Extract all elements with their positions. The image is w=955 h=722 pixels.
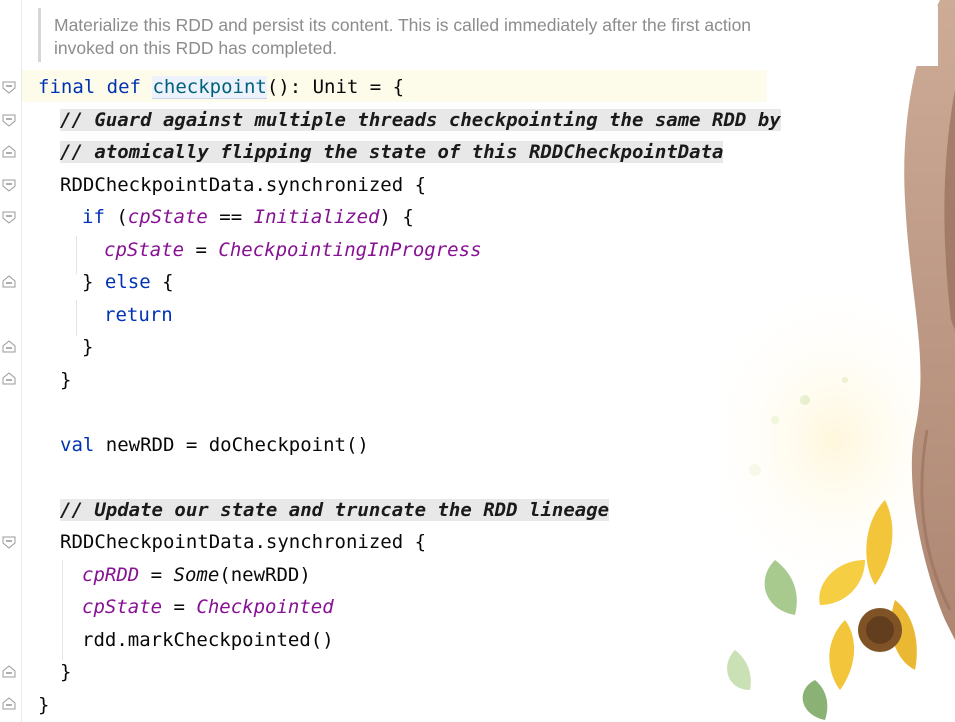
code-text: = <box>139 564 174 586</box>
code-text: rdd.markCheckpointed() <box>82 629 334 651</box>
code-line-17[interactable]: } <box>60 659 71 685</box>
doc-comment-line: invoked on this RDD has completed. <box>54 38 338 58</box>
line-comment: // Update our state and truncate the RDD… <box>60 499 610 521</box>
field-reference: cpState <box>82 596 163 618</box>
fold-open-icon[interactable] <box>2 535 16 549</box>
code-text: } <box>60 661 72 683</box>
rendered-doc-comment: Materialize this RDD and persist its con… <box>38 6 938 66</box>
field-reference: CheckpointingInProgress <box>218 239 482 261</box>
fold-open-icon[interactable] <box>2 178 16 192</box>
code-text: newRDD = doCheckpoint() <box>94 434 369 456</box>
code-text: RDDCheckpointData.synchronized { <box>60 531 427 553</box>
code-text: ) { <box>379 206 414 228</box>
code-text: (): Unit = { <box>266 76 405 98</box>
keyword: def <box>106 76 141 98</box>
fold-open-icon[interactable] <box>2 210 16 224</box>
code-text: } <box>38 694 50 716</box>
code-line-15[interactable]: cpState = Checkpointed <box>82 594 334 620</box>
fold-close-icon[interactable] <box>2 665 16 679</box>
fold-open-icon[interactable] <box>2 113 16 127</box>
fold-close-icon[interactable] <box>2 697 16 711</box>
code-text: ( <box>104 206 128 228</box>
field-reference: cpState <box>127 206 208 228</box>
field-reference: cpState <box>104 239 185 261</box>
line-comment: // Guard against multiple threads checkp… <box>60 109 781 131</box>
code-text: = <box>162 596 197 618</box>
object-reference: Some <box>173 564 220 586</box>
code-line-10[interactable]: } <box>60 367 71 393</box>
keyword: else <box>104 271 151 293</box>
fold-open-icon[interactable] <box>2 80 16 94</box>
code-line-14[interactable]: cpRDD = Some(newRDD) <box>82 562 311 588</box>
code-line-18[interactable]: } <box>38 692 49 718</box>
code-line-12[interactable]: // Update our state and truncate the RDD… <box>60 497 610 523</box>
keyword: final <box>38 76 96 98</box>
code-line-13[interactable]: RDDCheckpointData.synchronized { <box>60 529 426 555</box>
doc-comment-bar <box>38 8 41 62</box>
code-line-9[interactable]: } <box>82 334 93 360</box>
code-line-16[interactable]: rdd.markCheckpointed() <box>82 627 334 653</box>
code-line-8[interactable]: return <box>104 302 173 328</box>
code-text: { <box>150 271 174 293</box>
indent-guide <box>76 236 77 274</box>
code-line-7[interactable]: } else { <box>82 269 174 295</box>
gutter-divider <box>21 0 22 722</box>
indent-guide <box>62 560 63 660</box>
fold-close-icon[interactable] <box>2 340 16 354</box>
keyword: return <box>104 304 173 326</box>
code-line-6[interactable]: cpState = CheckpointingInProgress <box>104 237 482 263</box>
code-line-3[interactable]: // atomically flipping the state of this… <box>60 139 724 165</box>
indent-guide <box>76 300 77 336</box>
fold-close-icon[interactable] <box>2 372 16 386</box>
keyword: if <box>82 206 105 228</box>
field-reference: cpRDD <box>82 564 140 586</box>
line-comment: // atomically flipping the state of this… <box>60 141 724 163</box>
doc-comment-line: Materialize this RDD and persist its con… <box>54 15 752 35</box>
field-reference: Checkpointed <box>196 596 334 618</box>
method-name[interactable]: checkpoint <box>152 76 267 99</box>
editor-gutter[interactable] <box>0 0 22 722</box>
code-text: RDDCheckpointData.synchronized { <box>60 174 427 196</box>
field-reference: Initialized <box>253 206 380 228</box>
code-text: } <box>82 271 105 293</box>
code-line-11[interactable]: val newRDD = doCheckpoint() <box>60 432 369 458</box>
code-editor[interactable]: Materialize this RDD and persist its con… <box>0 0 955 722</box>
fold-close-icon[interactable] <box>2 275 16 289</box>
keyword: val <box>60 434 95 456</box>
doc-comment-text: Materialize this RDD and persist its con… <box>54 14 751 60</box>
code-line-2[interactable]: // Guard against multiple threads checkp… <box>60 107 781 133</box>
code-text: == <box>207 206 254 228</box>
code-text: (newRDD) <box>219 564 311 586</box>
code-line-5[interactable]: if (cpState == Initialized) { <box>82 204 414 230</box>
code-text: } <box>60 369 72 391</box>
code-text: } <box>82 336 94 358</box>
code-text: = <box>184 239 219 261</box>
fold-close-icon[interactable] <box>2 145 16 159</box>
code-line-4[interactable]: RDDCheckpointData.synchronized { <box>60 172 426 198</box>
code-line-1[interactable]: final def checkpoint(): Unit = { <box>38 74 404 100</box>
